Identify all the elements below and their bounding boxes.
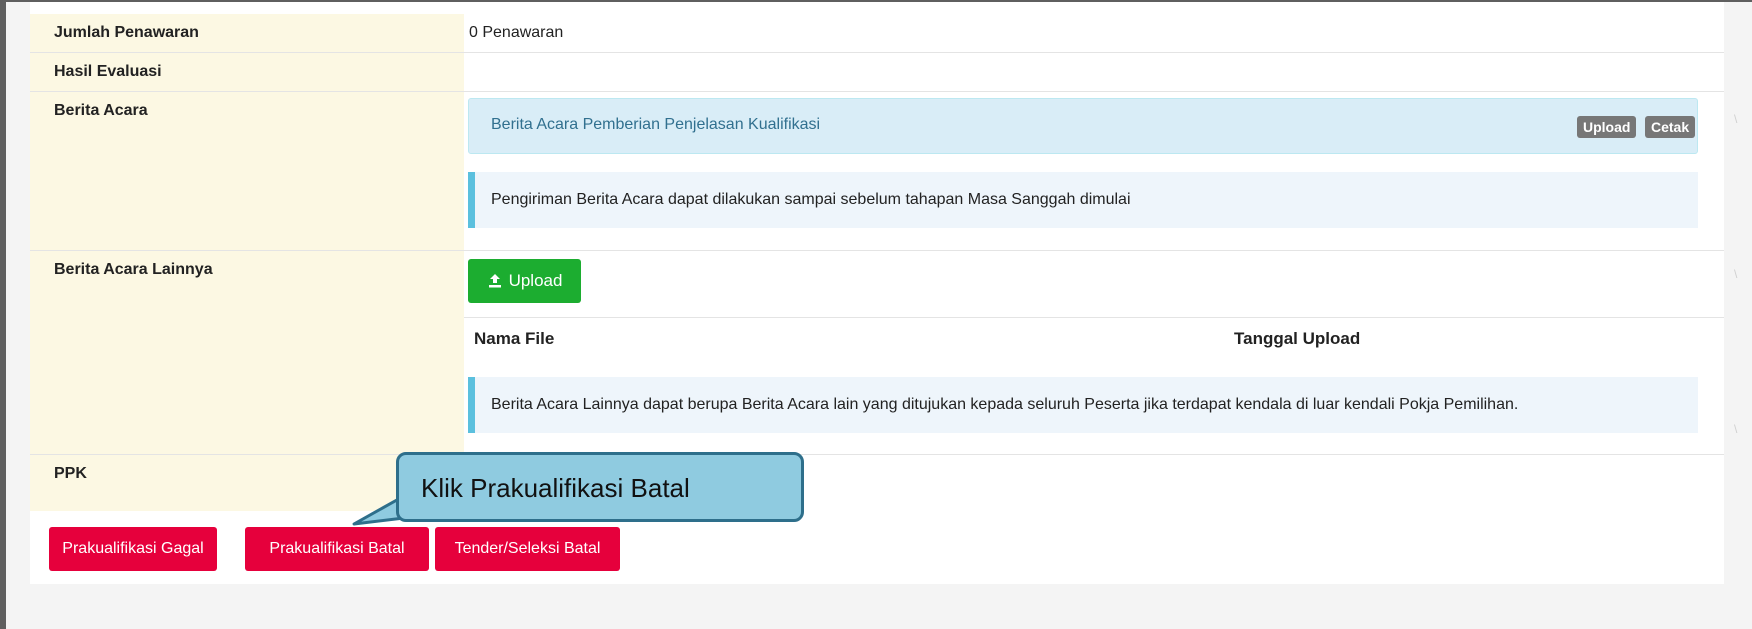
column-header-nama-file: Nama File	[474, 329, 555, 348]
edge-mark: \	[1734, 112, 1738, 126]
berita-acara-lainnya-note: Berita Acara Lainnya dapat berupa Berita…	[468, 377, 1698, 433]
note-text: Pengiriman Berita Acara dapat dilakukan …	[491, 191, 1131, 208]
row-label: Hasil Evaluasi	[30, 53, 464, 91]
prakualifikasi-gagal-button[interactable]: Prakualifikasi Gagal	[49, 527, 217, 571]
cetak-button[interactable]: Cetak	[1645, 116, 1696, 138]
row-hasil-evaluasi: Hasil Evaluasi	[30, 53, 1724, 92]
row-berita-acara-lainnya: Berita Acara Lainnya Upload Nama File Ta…	[30, 251, 1724, 455]
row-ppk: PPK	[30, 455, 1724, 511]
upload-button[interactable]: Upload	[1577, 116, 1637, 138]
column-header-tanggal-upload: Tanggal Upload	[1234, 329, 1361, 348]
berita-acara-note: Pengiriman Berita Acara dapat dilakukan …	[468, 172, 1698, 228]
edge-mark: \	[1734, 267, 1738, 281]
jumlah-penawaran-value: 0 Penawaran	[469, 24, 564, 41]
row-jumlah-penawaran: Jumlah Penawaran 0 Penawaran	[30, 14, 1724, 53]
berita-acara-item: Berita Acara Pemberian Penjelasan Kualif…	[468, 98, 1698, 154]
row-label: Berita Acara	[30, 92, 464, 250]
table-divider	[464, 317, 1724, 318]
row-berita-acara: Berita Acara Berita Acara Pemberian Penj…	[30, 92, 1724, 251]
instruction-callout: Klik Prakualifikasi Batal	[396, 452, 804, 522]
row-label: Berita Acara Lainnya	[30, 251, 464, 454]
upload-icon	[488, 274, 501, 288]
edge-mark: \	[1734, 422, 1738, 436]
tender-seleksi-batal-button[interactable]: Tender/Seleksi Batal	[435, 527, 620, 571]
callout-text: Klik Prakualifikasi Batal	[421, 473, 690, 503]
row-value: 0 Penawaran	[464, 14, 1724, 52]
note-text: Berita Acara Lainnya dapat berupa Berita…	[491, 396, 1519, 413]
row-value: Berita Acara Pemberian Penjelasan Kualif…	[464, 92, 1724, 250]
row-label: Jumlah Penawaran	[30, 14, 464, 52]
upload-file-button[interactable]: Upload	[468, 259, 581, 303]
row-value	[464, 53, 1724, 91]
detail-panel: Jumlah Penawaran 0 Penawaran Hasil Evalu…	[30, 2, 1724, 584]
upload-button-label: Upload	[508, 271, 563, 290]
window-frame: Jumlah Penawaran 0 Penawaran Hasil Evalu…	[0, 0, 1752, 629]
berita-acara-title[interactable]: Berita Acara Pemberian Penjelasan Kualif…	[491, 116, 820, 134]
row-value: Upload Nama File Tanggal Upload Berita A…	[464, 251, 1724, 454]
